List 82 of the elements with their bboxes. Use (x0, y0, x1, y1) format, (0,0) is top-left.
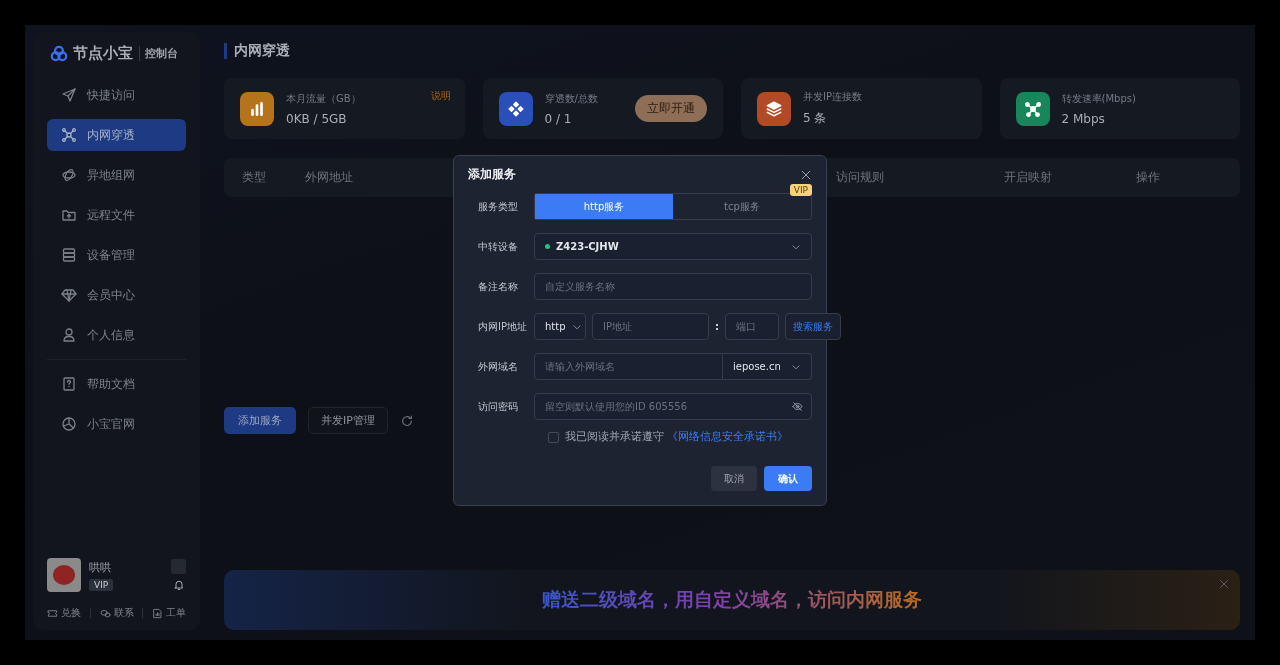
port-input[interactable]: 端口 (725, 313, 779, 340)
stat-label: 本月流量（GB） (286, 91, 361, 106)
diamond-icon (61, 287, 77, 303)
bar-chart-icon (248, 99, 266, 118)
field-label: 外网域名 (477, 359, 519, 374)
avatar (47, 558, 81, 592)
page-title: 内网穿透 (224, 43, 290, 59)
service-type-tab[interactable]: http服务 (535, 194, 673, 219)
stat-label: 并发IP连接数 (803, 90, 862, 104)
column-header: 访问规则 (836, 169, 884, 186)
protocol-select[interactable]: http (534, 313, 586, 340)
stat-label: 穿透数/总数 (544, 91, 598, 106)
agreement-checkbox[interactable] (548, 431, 559, 443)
help-link[interactable]: 说明 (430, 89, 451, 103)
domain-input[interactable]: 请输入外网域名 (534, 353, 723, 380)
footer-link[interactable]: 联系 (99, 606, 134, 620)
column-header: 操作 (1136, 169, 1160, 186)
banner-text: 赠送二级域名，用自定义域名，访问内网服务 (542, 587, 922, 613)
sidebar-item[interactable]: 内网穿透 (47, 119, 186, 151)
orbit-icon (61, 167, 77, 183)
add-service-button[interactable]: 添加服务 (224, 407, 296, 434)
column-header: 类型 (242, 169, 266, 186)
refresh-icon[interactable] (399, 413, 414, 428)
cancel-button[interactable]: 取消 (711, 466, 757, 491)
footer-link[interactable]: 工单 (152, 606, 186, 620)
user-name: 哄哄 (89, 559, 112, 575)
stat-value: 0KB / 5GB (286, 111, 347, 126)
footer-link[interactable]: 兑换 (47, 606, 81, 620)
sidebar-item[interactable]: 帮助文档 (47, 368, 186, 400)
domain-suffix-select[interactable]: iepose.cn (723, 353, 812, 380)
ip-input[interactable]: IP地址 (592, 313, 709, 340)
folder-upload-icon (61, 207, 77, 223)
eye-slash-icon[interactable] (792, 401, 803, 412)
activate-button[interactable]: 立即开通 (635, 95, 707, 122)
sidebar-item[interactable]: 会员中心 (47, 279, 186, 311)
password-input[interactable]: 留空则默认使用您的ID 605556 (534, 393, 812, 420)
separator: : (715, 321, 719, 332)
server-icon (61, 247, 77, 263)
dialog-title: 添加服务 (468, 166, 516, 183)
layers-icon (765, 99, 783, 118)
confirm-button[interactable]: 确认 (764, 466, 812, 491)
vip-badge: VIP (89, 578, 114, 591)
document-icon (152, 607, 163, 619)
search-service-button[interactable]: 搜索服务 (785, 313, 841, 340)
vip-badge: VIP (789, 184, 812, 196)
close-icon[interactable] (800, 168, 812, 181)
column-header: 开启映射 (1004, 169, 1052, 186)
logo-text: 节点小宝 (73, 44, 133, 63)
send-icon (61, 87, 77, 103)
sidebar-item[interactable]: 个人信息 (47, 319, 186, 351)
nodes-icon (1023, 99, 1042, 118)
sidebar-item[interactable]: 设备管理 (47, 239, 186, 271)
user-icon (61, 327, 77, 343)
ip-management-button[interactable]: 并发IP管理 (308, 407, 388, 434)
bell-icon[interactable] (172, 579, 185, 591)
sidebar-item[interactable]: 小宝官网 (47, 408, 186, 440)
network-icon (61, 127, 77, 143)
stat-value: 5 条 (803, 110, 827, 127)
sidebar-item[interactable]: 快捷访问 (47, 79, 186, 111)
stat-label: 转发速率(Mbps) (1061, 91, 1136, 106)
console-label: 控制台 (139, 46, 178, 61)
sidebar-item[interactable]: 异地组网 (47, 159, 186, 191)
stat-value: 2 Mbps (1061, 111, 1105, 126)
logo-icon (49, 44, 69, 63)
agreement-link[interactable]: 《网络信息安全承诺书》 (667, 430, 789, 442)
device-select[interactable]: Z423-CJHW (534, 233, 812, 260)
field-label: 中转设备 (477, 239, 519, 254)
column-header: 外网地址 (305, 169, 353, 186)
help-document-icon (61, 376, 77, 392)
agreement-text: 我已阅读并承诺遵守 《网络信息安全承诺书》 (565, 430, 789, 444)
field-label: 访问密码 (477, 399, 519, 414)
field-label: 服务类型 (477, 199, 519, 214)
sidebar-item[interactable]: 远程文件 (47, 199, 186, 231)
service-type-tab[interactable]: tcp服务 (673, 194, 811, 219)
chat-icon (99, 607, 111, 619)
stat-value: 0 / 1 (544, 111, 572, 126)
ticket-icon (47, 607, 58, 619)
remark-input[interactable]: 自定义服务名称 (534, 273, 812, 300)
field-label: 内网IP地址 (477, 319, 528, 334)
field-label: 备注名称 (477, 279, 519, 294)
diamonds-icon (506, 99, 525, 118)
pie-chart-icon (61, 416, 77, 432)
